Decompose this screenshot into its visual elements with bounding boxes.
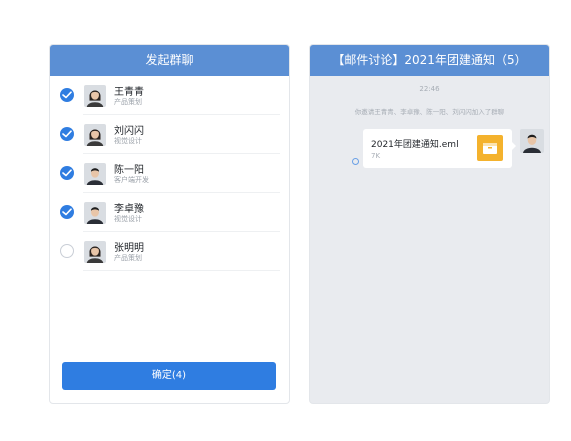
member-role: 视觉设计 xyxy=(114,215,142,223)
member-name: 刘闪闪 xyxy=(114,126,144,137)
member-name: 陈一阳 xyxy=(114,165,144,176)
member-role: 产品策划 xyxy=(114,98,142,106)
file-message-bubble[interactable]: 2021年团建通知.eml 7K xyxy=(363,129,516,168)
create-group-panel: 发起群聊 王青青 产品策划 刘闪闪 视觉设计 陈一阳 客户端开发 李卓豫 视觉设计 张明明 产品策… xyxy=(49,44,290,404)
female-avatar xyxy=(84,241,106,263)
member-row[interactable]: 李卓豫 视觉设计 xyxy=(50,193,280,232)
system-message: 你邀请王青青、李卓豫、陈一阳、刘闪闪加入了群聊 xyxy=(354,108,505,116)
chat-title: 【邮件讨论】2021年团建通知（5） xyxy=(310,45,549,76)
sending-status-icon xyxy=(352,158,359,165)
file-size: 7K xyxy=(371,152,381,160)
file-name: 2021年团建通知.eml xyxy=(371,140,459,150)
group-chat-panel: 【邮件讨论】2021年团建通知（5） 22:46 你邀请王青青、李卓豫、陈一阳、… xyxy=(309,44,550,404)
checked-checkbox-icon[interactable] xyxy=(60,88,74,102)
member-name: 张明明 xyxy=(114,243,144,254)
female-avatar xyxy=(84,85,106,107)
message-timestamp: 22:46 xyxy=(419,85,440,93)
member-role: 产品策划 xyxy=(114,254,142,262)
unchecked-checkbox-icon[interactable] xyxy=(60,244,74,258)
female-avatar xyxy=(84,124,106,146)
member-role: 视觉设计 xyxy=(114,137,142,145)
member-row[interactable]: 陈一阳 客户端开发 xyxy=(50,154,280,193)
member-row[interactable]: 刘闪闪 视觉设计 xyxy=(50,115,280,154)
checked-checkbox-icon[interactable] xyxy=(60,127,74,141)
member-role: 客户端开发 xyxy=(114,176,149,184)
panel-title: 发起群聊 xyxy=(50,45,289,76)
sender-avatar[interactable] xyxy=(520,129,544,153)
checked-checkbox-icon[interactable] xyxy=(60,166,74,180)
member-name: 李卓豫 xyxy=(114,204,144,215)
male-avatar xyxy=(84,202,106,224)
member-row[interactable]: 张明明 产品策划 xyxy=(50,232,280,271)
member-name: 王青青 xyxy=(114,87,144,98)
male-avatar xyxy=(84,163,106,185)
confirm-button[interactable]: 确定(4) xyxy=(62,362,276,390)
mail-file-icon xyxy=(477,135,503,161)
member-row[interactable]: 王青青 产品策划 xyxy=(50,76,280,115)
checked-checkbox-icon[interactable] xyxy=(60,205,74,219)
